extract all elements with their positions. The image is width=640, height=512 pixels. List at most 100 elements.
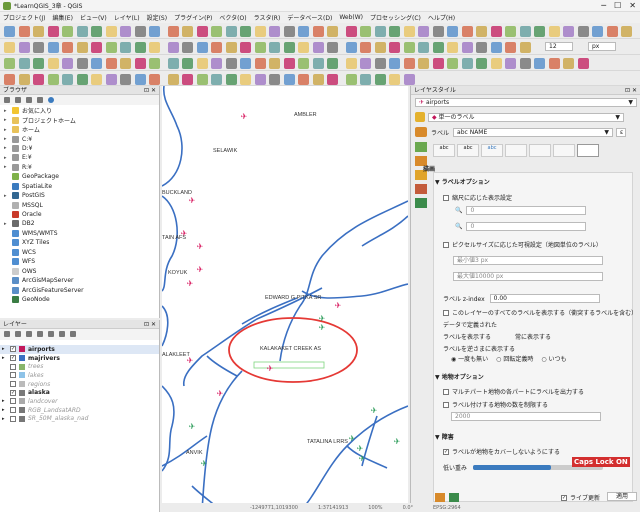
browser-item[interactable]: WMS/WMTS (0, 229, 159, 238)
toolbar-button[interactable] (254, 58, 266, 69)
tab-placement[interactable] (553, 144, 575, 157)
toolbar-button[interactable] (134, 42, 146, 53)
toolbar-button[interactable] (327, 74, 338, 85)
toolbar-button[interactable] (461, 58, 473, 69)
airport-marker-icon[interactable]: ✈ (357, 444, 364, 453)
browser-item[interactable]: ▸ PostGIS (0, 191, 159, 200)
toolbar-button[interactable] (490, 58, 502, 69)
toolbar-button[interactable] (403, 42, 415, 53)
toolbar-button[interactable] (18, 26, 30, 37)
browser-item[interactable]: WFS (0, 257, 159, 266)
expand-arrow-icon[interactable]: ▸ (2, 355, 10, 361)
toolbar-button[interactable] (120, 42, 131, 53)
airport-marker-icon[interactable]: ✈ (189, 196, 196, 205)
history-tab-icon[interactable] (415, 198, 427, 208)
layer-visibility-checkbox[interactable]: ✓ (10, 389, 16, 396)
toolbar-button[interactable] (519, 26, 531, 37)
maximize-icon[interactable]: ☐ (614, 1, 621, 10)
toolbar-button[interactable] (33, 74, 44, 85)
airport-marker-icon[interactable]: ✈ (335, 301, 342, 310)
toolbar-button[interactable] (563, 58, 574, 69)
font-size-input[interactable]: 12 (545, 42, 573, 51)
expression-button[interactable]: ε (616, 127, 627, 137)
label-mode-select[interactable]: ◆ 単一のラベル ▼ (428, 112, 624, 122)
3d-tab-icon[interactable] (415, 184, 427, 194)
toolbar-button[interactable] (360, 58, 371, 69)
toolbar-button[interactable] (360, 74, 371, 85)
toolbar-button[interactable] (149, 42, 160, 53)
tab-text[interactable]: abc (433, 144, 455, 157)
add-group-icon[interactable] (15, 331, 21, 337)
layer-item[interactable]: ▸ RGB_LandsatARD (0, 406, 159, 415)
expand-arrow-icon[interactable]: ▸ (4, 164, 10, 170)
menu-item[interactable]: 設定(S) (147, 13, 168, 22)
airport-marker-icon[interactable]: ✈ (394, 437, 401, 446)
toolbar-button[interactable] (105, 42, 117, 53)
toolbar-button[interactable] (269, 26, 280, 37)
toolbar-button[interactable] (360, 26, 371, 37)
toolbar-button[interactable] (389, 42, 400, 53)
toolbar-button[interactable] (403, 58, 415, 69)
toolbar-button[interactable] (76, 58, 88, 69)
limit-count-input[interactable]: 2000 (451, 412, 601, 421)
toolbar-button[interactable] (167, 58, 179, 69)
label-field-select[interactable]: abc NAME ▼ (453, 127, 614, 137)
toolbar-button[interactable] (182, 74, 193, 85)
toolbar-button[interactable] (76, 26, 88, 37)
toolbar-button[interactable] (432, 42, 444, 53)
browser-item[interactable]: ArcGisMapServer (0, 276, 159, 285)
browser-item[interactable]: WCS (0, 248, 159, 257)
toolbar-button[interactable] (389, 26, 400, 37)
toolbar-button[interactable] (269, 74, 280, 85)
toolbar-button[interactable] (360, 42, 371, 53)
toolbar-button[interactable] (577, 26, 589, 37)
toolbar-button[interactable] (134, 26, 146, 37)
remove-layer-icon[interactable] (70, 331, 76, 337)
refresh-icon[interactable] (4, 97, 10, 103)
expand-arrow-icon[interactable]: ▸ (2, 346, 10, 352)
show-all-checkbox[interactable] (443, 309, 449, 316)
expand-arrow-icon[interactable]: ▸ (4, 127, 10, 133)
toolbar-button[interactable] (476, 42, 487, 53)
expand-arrow-icon[interactable]: ▸ (4, 117, 10, 123)
airport-marker-icon[interactable]: ✈ (201, 459, 208, 468)
toolbar-button[interactable] (76, 74, 88, 85)
layer-visibility-checkbox[interactable] (10, 381, 16, 388)
layer-select[interactable]: ✈ airports ▼ (415, 98, 637, 107)
toolbar-button[interactable] (134, 58, 146, 69)
menu-item[interactable]: 編集(E) (52, 13, 72, 22)
toolbar-button[interactable] (461, 42, 473, 53)
airport-marker-icon[interactable]: ✈ (267, 364, 274, 373)
layer-item[interactable]: ▸ ✓ airports (0, 345, 159, 354)
toolbar-button[interactable] (447, 42, 458, 53)
toolbar-button[interactable] (519, 58, 531, 69)
layer-item[interactable]: regions (0, 380, 159, 389)
menu-item[interactable]: プロジェクト(J) (3, 13, 45, 22)
toolbar-button[interactable] (182, 26, 193, 37)
browser-item[interactable]: ▸ C:¥ (0, 134, 159, 143)
expand-arrow-icon[interactable]: ▸ (4, 155, 10, 161)
toolbar-button[interactable] (403, 26, 415, 37)
radio-always[interactable]: ○ いつも (541, 354, 566, 363)
airport-marker-icon[interactable]: ✈ (359, 454, 366, 463)
layer-visibility-checkbox[interactable]: ✓ (10, 346, 16, 353)
toolbar-button[interactable] (312, 42, 324, 53)
airport-marker-icon[interactable]: ✈ (187, 279, 194, 288)
close-icon[interactable]: ✕ (629, 1, 636, 10)
obstacle-checkbox[interactable]: ✓ (443, 448, 449, 455)
tab-formatting[interactable]: abc (457, 144, 479, 157)
browser-item[interactable]: ▸ DB2 (0, 219, 159, 228)
toolbar-button[interactable] (33, 42, 44, 53)
toolbar-button[interactable] (134, 74, 146, 85)
toolbar-button[interactable] (240, 58, 251, 69)
browser-item[interactable]: XYZ Tiles (0, 238, 159, 247)
toolbar-button[interactable] (91, 58, 102, 69)
toolbar-button[interactable] (182, 58, 193, 69)
toolbar-button[interactable] (269, 42, 280, 53)
toolbar-button[interactable] (312, 58, 324, 69)
toolbar-button[interactable] (4, 42, 15, 53)
toolbar-button[interactable] (47, 58, 59, 69)
crs-readout[interactable]: EPSG:2964 (433, 505, 461, 511)
toolbar-button[interactable] (345, 26, 357, 37)
toolbar-button[interactable] (62, 42, 73, 53)
